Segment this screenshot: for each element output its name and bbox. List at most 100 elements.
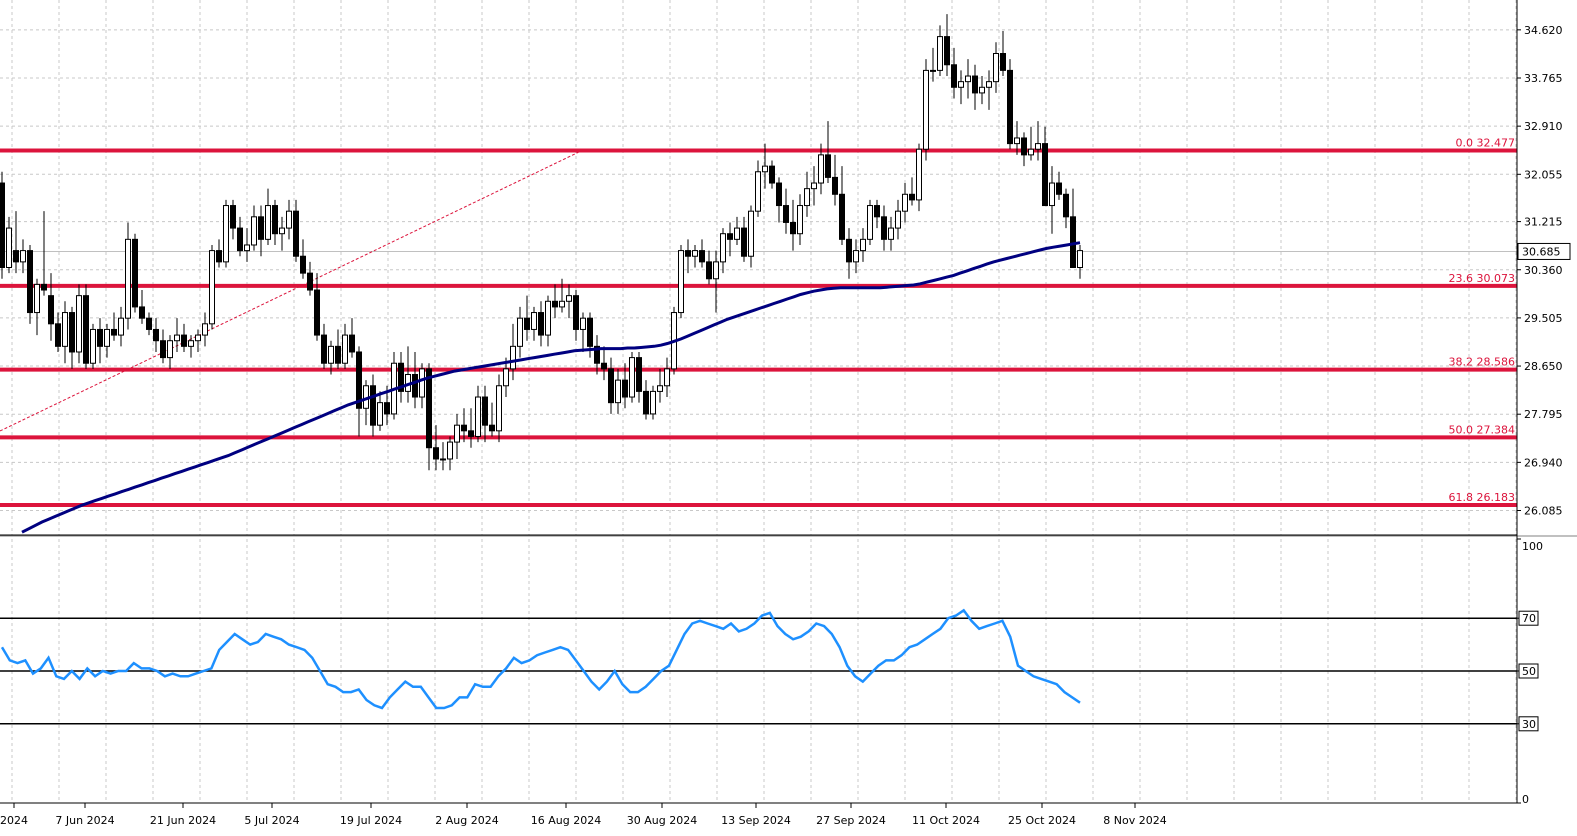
candle-body [503, 368, 509, 387]
candle-body [615, 379, 621, 404]
candle-body [69, 312, 75, 353]
candle-body [734, 227, 740, 240]
candle-body [727, 233, 733, 240]
candle-body [986, 81, 992, 88]
rsi-tick-label: 50 [1522, 665, 1536, 678]
candle-body [657, 385, 663, 392]
candle-body [1028, 148, 1034, 156]
candle-body [867, 205, 873, 240]
candle-body [342, 334, 348, 364]
candle-body [440, 458, 446, 461]
candle-body [678, 250, 684, 314]
candle-body [202, 323, 208, 336]
candle-body [1035, 143, 1041, 150]
candle-body [293, 210, 299, 257]
candle-body [76, 295, 82, 353]
candle-body [167, 340, 173, 359]
candle-body [650, 390, 656, 415]
candle-body [1077, 250, 1083, 269]
candle-body [496, 385, 502, 432]
candle-body [41, 283, 47, 291]
time-tick-label: 21 Jun 2024 [150, 814, 216, 827]
time-tick-label: 5 Jul 2024 [244, 814, 299, 827]
candle-body [251, 216, 257, 246]
candle-body [6, 227, 12, 268]
time-tick-label: 7 Jun 2024 [55, 814, 114, 827]
candle-body [300, 255, 306, 274]
candle-body [118, 317, 124, 336]
candle-body [286, 210, 292, 229]
candle-body [55, 323, 61, 347]
price-tick-label: 26.940 [1524, 456, 1563, 469]
candle-body [1056, 182, 1062, 195]
candle-body [1063, 193, 1069, 218]
candle-body [720, 233, 726, 263]
candle-body [489, 424, 495, 432]
candle-body [853, 250, 859, 263]
candle-body [685, 250, 691, 257]
candle-body [804, 188, 810, 207]
price-tick-label: 32.055 [1524, 168, 1563, 181]
candlestick-series [0, 14, 1083, 471]
candle-body [636, 357, 642, 392]
candle-body [223, 205, 229, 263]
candle-body [916, 148, 922, 201]
candle-body [552, 300, 558, 308]
price-tick-label: 29.505 [1524, 312, 1563, 325]
time-tick-label: 11 Oct 2024 [912, 814, 980, 827]
candle-body [706, 261, 712, 280]
candle-body [923, 69, 929, 150]
candle-body [797, 205, 803, 235]
candle-body [209, 250, 215, 325]
candle-body [545, 300, 551, 336]
price-tick-label: 34.620 [1524, 24, 1563, 37]
candle-body [97, 328, 103, 347]
candle-body [279, 227, 285, 235]
rsi-line [0, 608, 1081, 710]
candle-body [447, 441, 453, 460]
candle-body [692, 250, 698, 257]
fibonacci-trendline[interactable] [0, 150, 583, 432]
candle-body [244, 244, 250, 252]
candle-body [461, 424, 467, 432]
candle-body [307, 272, 313, 291]
candle-body [258, 216, 264, 240]
candle-body [174, 334, 180, 342]
grid-lines [0, 0, 1517, 803]
candle-body [531, 312, 537, 330]
candle-body [90, 328, 96, 364]
price-tick-label: 27.795 [1524, 408, 1563, 421]
candle-body [510, 345, 516, 370]
candle-body [713, 261, 719, 280]
candle-body [909, 193, 915, 201]
candle-body [132, 238, 138, 308]
candle-body [664, 368, 670, 387]
candle-body [783, 205, 789, 223]
candle-body [776, 182, 782, 207]
candle-body [433, 447, 439, 460]
candle-body [1014, 137, 1020, 145]
candle-body [195, 334, 201, 342]
candle-body [104, 328, 110, 347]
time-tick-label: 2024 [0, 814, 28, 827]
candle-body [762, 165, 768, 173]
candle-body [629, 357, 635, 398]
candle-body [230, 205, 236, 229]
time-tick-label: 13 Sep 2024 [721, 814, 791, 827]
rsi-tick-label: 70 [1522, 612, 1536, 625]
candle-body [139, 306, 145, 319]
candle-body [188, 340, 194, 347]
candle-body [769, 165, 775, 184]
candle-body [755, 171, 761, 212]
candle-body [265, 205, 271, 240]
candle-body [412, 374, 418, 398]
rsi-tick-label: 30 [1522, 718, 1536, 731]
candle-body [608, 368, 614, 404]
candle-body [825, 154, 831, 178]
price-tick-label: 32.910 [1524, 120, 1563, 133]
fib-level-label: 0.0 32.477 [1456, 137, 1515, 150]
candle-body [384, 402, 390, 415]
current-price-label: 30.685 [1522, 245, 1561, 258]
candle-body [1021, 137, 1027, 156]
candle-body [468, 430, 474, 437]
